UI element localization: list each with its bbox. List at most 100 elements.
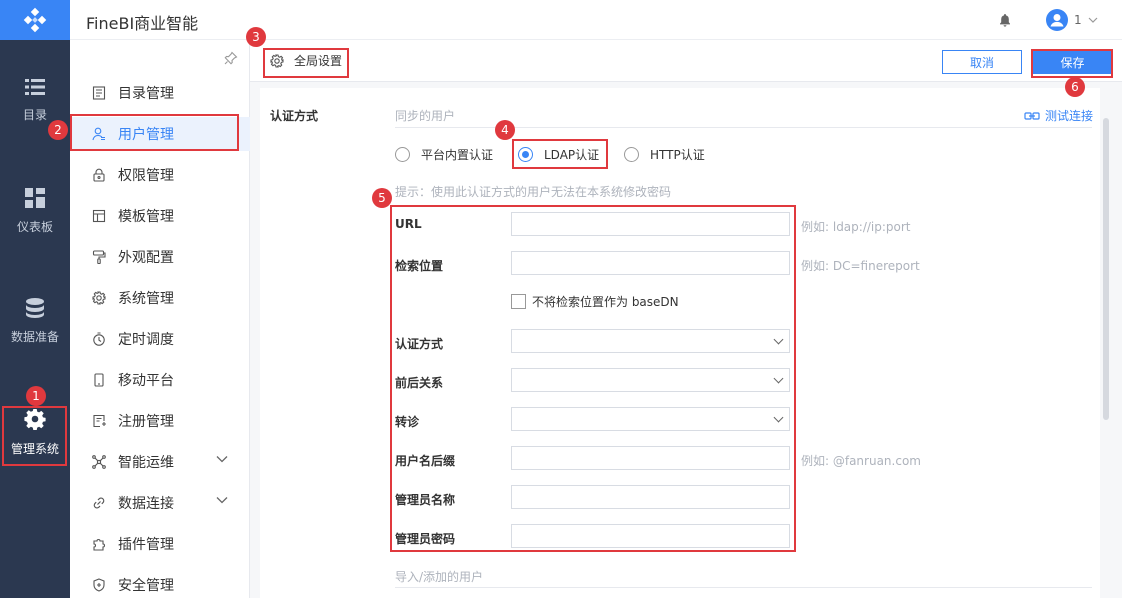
sidebar-item-appearance[interactable]: 外观配置 (70, 240, 250, 274)
timer-icon (93, 332, 105, 346)
sidebar-item-mobile[interactable]: 移动平台 (70, 363, 250, 397)
auth-mode-select[interactable] (511, 329, 790, 353)
rail-item-label: 数据准备 (10, 330, 59, 344)
radio-http-auth[interactable]: HTTP认证 (624, 146, 714, 162)
radio-label: HTTP认证 (650, 148, 705, 162)
admin-password-input[interactable] (511, 524, 790, 548)
sidebar-item-security[interactable]: 安全管理 (70, 568, 250, 598)
sidebar-item-plugins[interactable]: 插件管理 (70, 527, 250, 561)
template-icon (92, 209, 106, 223)
sidebar-item-connections[interactable]: 数据连接 (70, 486, 250, 520)
radio-circle (395, 147, 410, 162)
sidebar-item-catalog[interactable]: 目录管理 (70, 76, 250, 110)
radio-label: LDAP认证 (544, 148, 600, 162)
scrollbar-thumb[interactable] (1103, 118, 1109, 420)
sidebar-item-label: 注册管理 (118, 414, 174, 430)
checkbox-box (511, 294, 526, 309)
app-title: FineBI商业智能 (86, 14, 199, 33)
context-select[interactable] (511, 368, 790, 392)
network-icon (92, 455, 106, 469)
avatar-icon (1046, 9, 1068, 31)
register-icon (93, 414, 106, 428)
search-base-input[interactable] (511, 251, 790, 275)
annotation-badge: 2 (48, 120, 68, 140)
main-toolbar: 全局设置 取消 保存 (250, 40, 1122, 82)
user-suffix-example: 例如: @fanruan.com (801, 454, 921, 468)
rail-item-admin[interactable]: 管理系统 (0, 408, 70, 457)
global-settings-button[interactable]: 全局设置 (270, 52, 342, 69)
radio-circle (624, 147, 639, 162)
annotation-badge: 1 (26, 386, 46, 406)
shield-icon (93, 578, 105, 592)
global-settings-label: 全局设置 (294, 54, 343, 68)
rail-item-dashboard[interactable]: 仪表板 (0, 188, 70, 235)
cancel-button[interactable]: 取消 (942, 50, 1022, 74)
rail-item-label: 目录 (22, 108, 47, 122)
field-label-admin-name: 管理员名称 (395, 493, 456, 507)
mobile-icon (94, 373, 104, 387)
admin-name-input[interactable] (511, 485, 790, 509)
sidebar-item-label: 数据连接 (118, 496, 174, 512)
sidebar-item-permissions[interactable]: 权限管理 (70, 158, 250, 192)
sidebar-item-label: 安全管理 (118, 578, 174, 594)
rail-item-label: 仪表板 (16, 220, 53, 234)
sidebar-item-scheduler[interactable]: 定时调度 (70, 322, 250, 356)
rail-item-data-prep[interactable]: 数据准备 (0, 298, 70, 345)
annotation-badge: 4 (495, 120, 515, 140)
nav-rail: 目录 仪表板 数据准备 管理系统 (0, 0, 70, 598)
sidebar-item-ops[interactable]: 智能运维 (70, 445, 250, 479)
dashboard-icon (25, 188, 45, 208)
gear-icon (92, 291, 106, 305)
chevron-down-icon (216, 497, 228, 504)
sidebar-item-label: 定时调度 (118, 332, 174, 348)
rail-item-catalog[interactable]: 目录 (0, 78, 70, 123)
search-base-example: 例如: DC=finereport (801, 259, 920, 273)
user-name: 1 (1074, 13, 1082, 27)
rail-item-label: 管理系统 (10, 442, 59, 456)
user-menu[interactable]: 1 (1046, 9, 1098, 31)
sidebar-item-templates[interactable]: 模板管理 (70, 199, 250, 233)
user-suffix-input[interactable] (511, 446, 790, 470)
link-icon (93, 497, 105, 509)
field-label-user-suffix: 用户名后缀 (395, 454, 456, 468)
sidebar-item-users[interactable]: 用户管理 (70, 117, 250, 151)
sidebar-item-label: 插件管理 (118, 537, 174, 553)
field-label-context: 前后关系 (395, 376, 444, 390)
radio-label: 平台内置认证 (421, 148, 494, 162)
pin-icon[interactable] (224, 51, 238, 65)
gear-icon (24, 409, 46, 430)
sidebar-item-label: 智能运维 (118, 455, 174, 471)
sidebar-item-label: 外观配置 (118, 250, 174, 266)
field-label-admin-password: 管理员密码 (395, 532, 456, 546)
chevron-down-icon (1088, 17, 1098, 23)
sidebar-item-label: 移动平台 (118, 373, 174, 389)
sidebar-item-system[interactable]: 系统管理 (70, 281, 250, 315)
logo[interactable] (0, 0, 70, 40)
sidebar-item-label: 目录管理 (118, 86, 174, 102)
field-label-search-base: 检索位置 (395, 259, 444, 273)
import-users-title: 导入/添加的用户 (395, 570, 484, 584)
admin-sidebar: 目录管理 用户管理 权限管理 模板管理 外观配置 系统管理 定时调度 移动平台 (70, 40, 250, 598)
radio-ldap-auth[interactable]: LDAP认证 (518, 146, 608, 162)
bell-icon[interactable] (999, 13, 1011, 27)
test-connection-link[interactable]: 测试连接 (1024, 107, 1093, 124)
list-icon (25, 79, 45, 95)
lock-icon (93, 168, 105, 182)
sidebar-item-registration[interactable]: 注册管理 (70, 404, 250, 438)
sidebar-item-label: 系统管理 (118, 291, 174, 307)
section-label-auth: 认证方式 (270, 109, 319, 123)
tip-text: 提示：使用此认证方式的用户无法在本系统修改密码 (395, 185, 672, 199)
radio-builtin-auth[interactable]: 平台内置认证 (395, 146, 505, 162)
link-icon (1024, 111, 1040, 120)
referral-select[interactable] (511, 407, 790, 431)
brush-icon (92, 250, 106, 264)
annotation-badge: 3 (246, 27, 266, 47)
no-basedn-checkbox[interactable]: 不将检索位置作为 baseDN (511, 293, 679, 310)
logo-icon (23, 7, 47, 33)
plugin-icon (93, 539, 105, 551)
url-input[interactable] (511, 212, 790, 236)
radio-circle (518, 147, 533, 162)
annotation-badge: 5 (372, 188, 392, 208)
save-button[interactable]: 保存 (1033, 50, 1112, 74)
gear-icon (270, 53, 284, 68)
